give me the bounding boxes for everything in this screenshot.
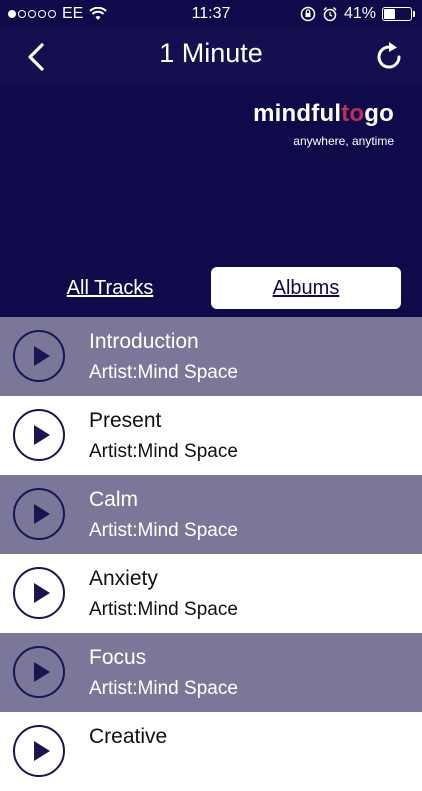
tab-all-tracks[interactable]: All Tracks	[12, 267, 208, 309]
status-right: 41%	[300, 5, 415, 23]
logo-wordmark: mindfultogo	[253, 100, 394, 127]
track-row[interactable]: Introduction Artist:Mind Space	[0, 317, 422, 396]
play-icon[interactable]	[13, 488, 65, 540]
track-title: Focus	[89, 646, 147, 669]
track-row[interactable]: Creative	[0, 712, 422, 791]
track-artist: Artist:Mind Space	[89, 599, 238, 620]
track-title: Calm	[89, 488, 139, 511]
status-bar: EE 11:37 41%	[0, 0, 422, 28]
alarm-icon	[323, 6, 337, 22]
track-artist: Artist:Mind Space	[89, 678, 238, 699]
page-title: 1 Minute	[159, 38, 263, 68]
track-row[interactable]: Present Artist:Mind Space	[0, 396, 422, 475]
track-title: Anxiety	[89, 567, 158, 590]
play-icon[interactable]	[13, 725, 65, 777]
battery-icon	[382, 7, 415, 21]
track-row[interactable]: Focus Artist:Mind Space	[0, 633, 422, 712]
play-icon[interactable]	[13, 330, 65, 382]
play-icon[interactable]	[13, 646, 65, 698]
logo-tagline: anywhere, anytime	[293, 134, 394, 148]
play-icon[interactable]	[13, 567, 65, 619]
track-title: Introduction	[89, 330, 199, 353]
track-list: Introduction Artist:Mind Space Present A…	[0, 317, 422, 791]
play-icon[interactable]	[13, 409, 65, 461]
battery-percent: 41%	[343, 5, 376, 22]
track-row[interactable]: Calm Artist:Mind Space	[0, 475, 422, 554]
track-title: Present	[89, 409, 162, 432]
track-artist: Artist:Mind Space	[89, 362, 238, 383]
track-row[interactable]: Anxiety Artist:Mind Space	[0, 554, 422, 633]
app-logo: mindfultogo anywhere, anytime	[253, 100, 394, 148]
orientation-lock-icon	[300, 6, 316, 22]
track-artist: Artist:Mind Space	[89, 441, 238, 462]
track-artist: Artist:Mind Space	[89, 520, 238, 541]
tab-albums[interactable]: Albums	[211, 267, 401, 309]
nav-bar: 1 Minute	[0, 28, 422, 84]
track-title: Creative	[89, 725, 168, 748]
album-header: mindfultogo anywhere, anytime All Tracks…	[0, 84, 422, 317]
refresh-button[interactable]	[372, 40, 406, 74]
